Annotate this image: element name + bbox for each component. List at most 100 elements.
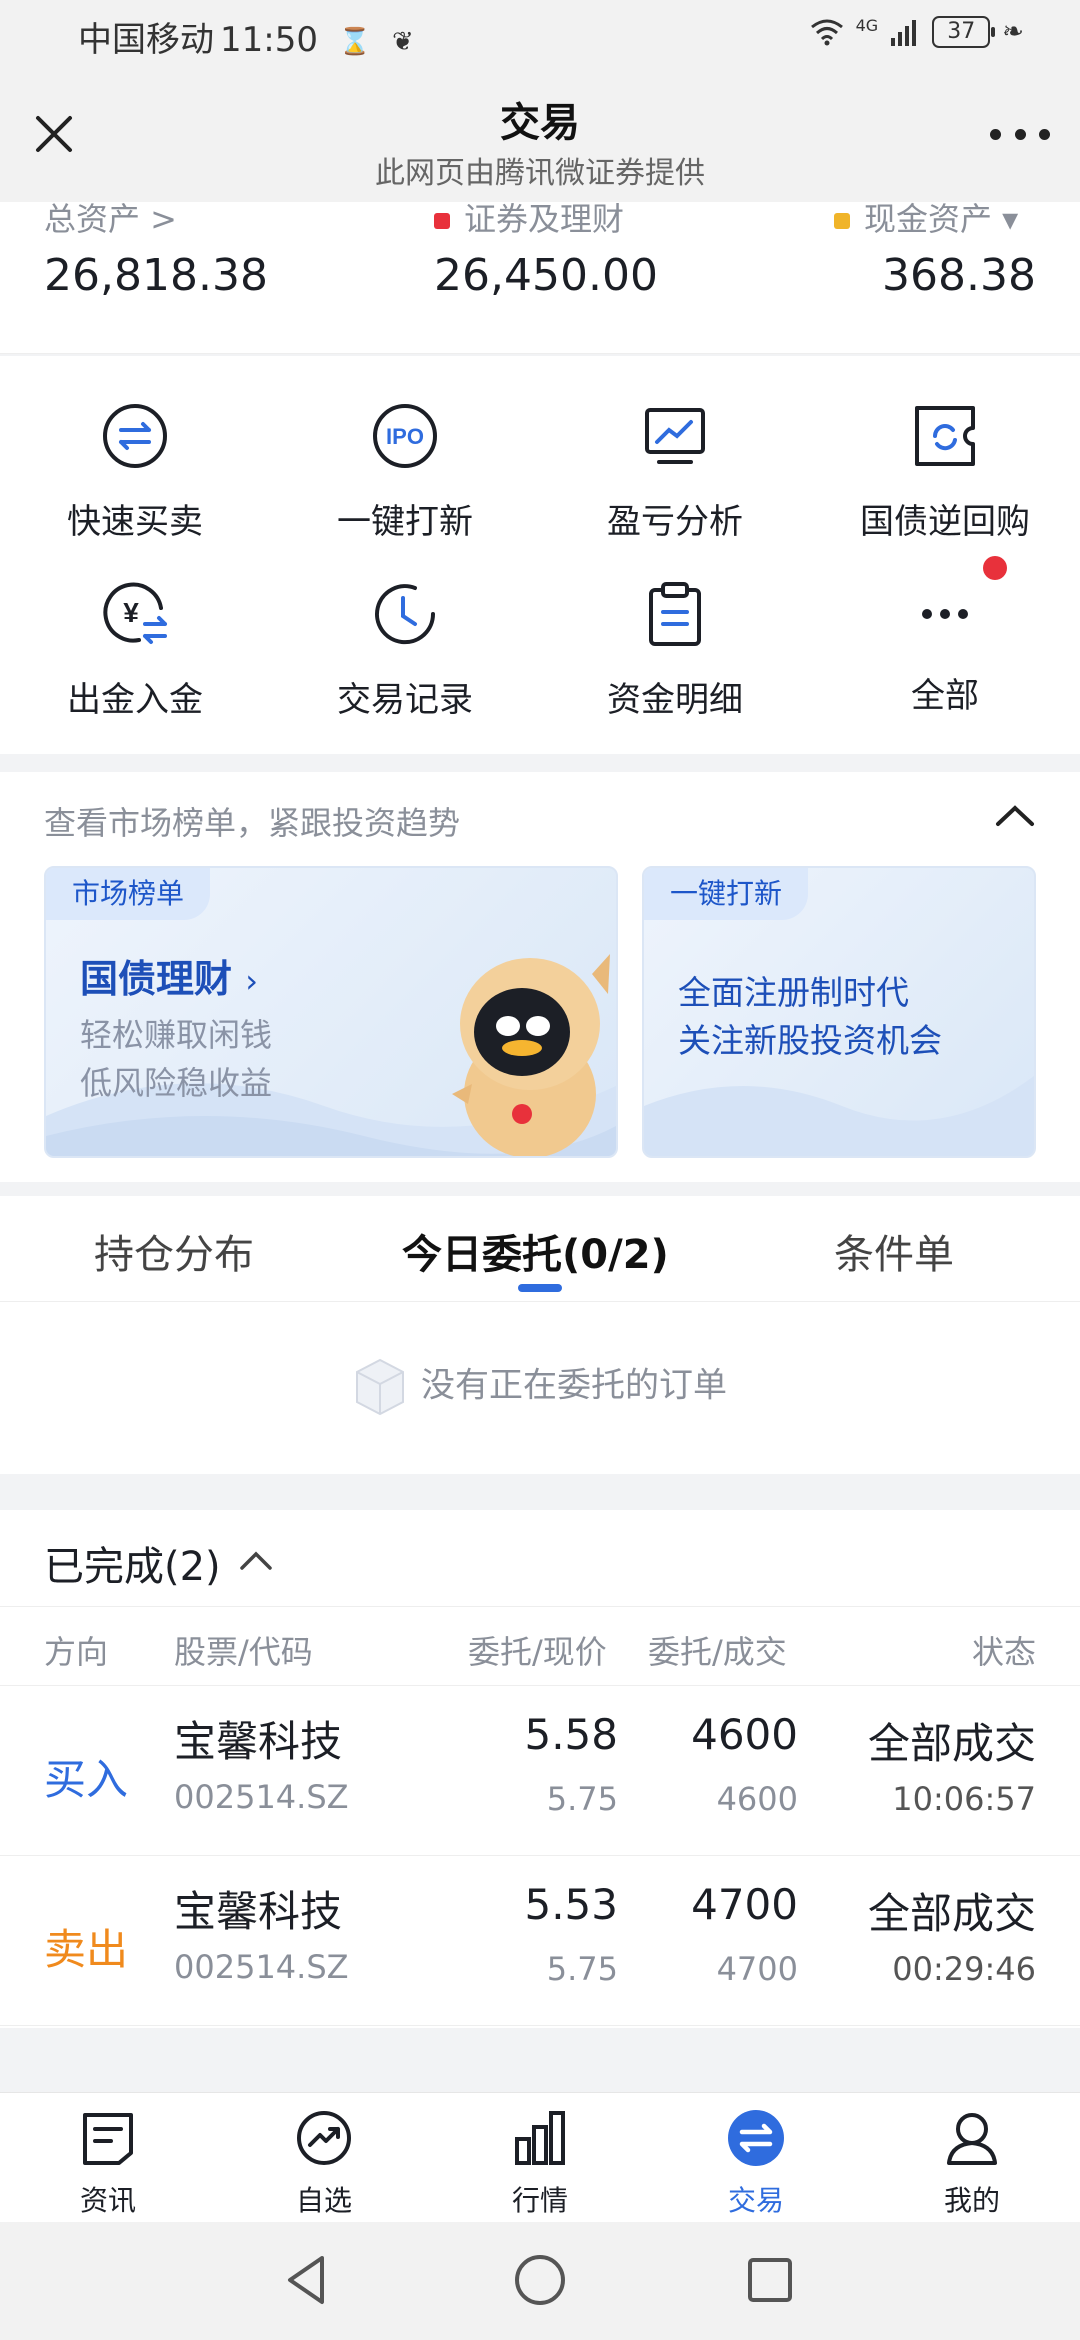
order-tabs: 持仓分布 今日委托(0/2) 条件单 (0, 1196, 1080, 1302)
user-icon (947, 2113, 997, 2165)
cash-dot (834, 213, 850, 229)
quick-action-all[interactable]: 全部 (810, 556, 1080, 728)
quick-action-label: 全部 (911, 676, 979, 716)
card-tag: 市场榜单 (46, 868, 211, 920)
status-right: 4G 37 ❧ (810, 16, 1024, 48)
nav-label: 我的 (943, 2184, 1000, 2217)
swap-icon (103, 404, 167, 468)
svg-text:¥: ¥ (123, 597, 139, 628)
order-price: 5.53 (524, 1880, 618, 1929)
quick-action-trade-history[interactable]: 交易记录 (270, 578, 540, 728)
back-icon[interactable] (280, 2252, 336, 2308)
nav-label: 行情 (511, 2184, 568, 2217)
battery-level: 37 (947, 19, 976, 44)
asset-summary: 总资产 > 证券及理财 现金资产 ▾ 26,818.38 26,450.00 3… (0, 202, 1080, 354)
active-tab-indicator (518, 1284, 562, 1292)
news-icon (83, 2113, 133, 2165)
quick-action-pnl[interactable]: 盈亏分析 (540, 400, 810, 550)
current-price: 5.75 (546, 1780, 618, 1818)
nav-label: 自选 (295, 2184, 352, 2217)
quick-action-ipo[interactable]: IPO 一键打新 (270, 400, 540, 550)
nav-label: 资讯 (79, 2184, 136, 2217)
total-assets-label[interactable]: 总资产 > (44, 202, 177, 240)
orders-panel: 持仓分布 今日委托(0/2) 条件单 没有正在委托的订单 (0, 1196, 1080, 1474)
nav-news[interactable]: 资讯 (28, 2109, 188, 2219)
notification-badge (983, 556, 1007, 580)
quick-action-label: 国债逆回购 (860, 502, 1030, 542)
page-title: 交易 (500, 100, 580, 146)
market-ranking-card[interactable]: 市场榜单 国债理财 › 轻松赚取闲钱 低风险稳收益 (44, 866, 618, 1158)
securities-label: 证券及理财 (464, 202, 625, 238)
tab-today-orders[interactable]: 今日委托(0/2) (402, 1222, 669, 1280)
quick-action-reverse-repo[interactable]: 国债逆回购 (810, 400, 1080, 550)
hourglass-icon: ⌛ (338, 26, 372, 57)
refresh-ticket-icon (915, 406, 975, 466)
trend-icon (297, 2111, 351, 2165)
stock-code: 002514.SZ (174, 1948, 349, 1986)
order-status: 全部成交 (867, 1889, 1036, 1938)
filled-quantity: 4600 (716, 1780, 798, 1818)
filled-quantity: 4700 (716, 1950, 798, 1988)
quick-action-fund-detail[interactable]: 资金明细 (540, 578, 810, 728)
svg-text:IPO: IPO (386, 424, 424, 449)
nav-market[interactable]: 行情 (460, 2109, 620, 2219)
chevron-up-icon[interactable] (994, 800, 1036, 830)
empty-state: 没有正在委托的订单 (0, 1356, 1080, 1418)
status-bar: 中国移动 11:50 ⌛ ❦ 4G 37 ❧ (0, 0, 1080, 72)
recents-icon[interactable] (742, 2252, 798, 2308)
current-price: 5.75 (546, 1950, 618, 1988)
direction-buy: 买入 (44, 1755, 129, 1804)
mascot-illustration (452, 954, 610, 1156)
page-subtitle: 此网页由腾讯微证券提供 (375, 156, 705, 191)
column-header: 股票/代码 (174, 1633, 313, 1671)
nav-watchlist[interactable]: 自选 (244, 2109, 404, 2219)
table-header: 方向 股票/代码 委托/现价 委托/成交 状态 (0, 1606, 1080, 1686)
chevron-up-icon[interactable] (238, 1548, 274, 1572)
clock-icon (375, 584, 436, 645)
nav-profile[interactable]: 我的 (892, 2109, 1052, 2219)
cash-label: 现金资产 ▾ (864, 202, 1019, 238)
cash-label-wrap[interactable]: 现金资产 ▾ (834, 202, 1018, 240)
column-header: 状态 (971, 1633, 1036, 1671)
chevron-right-icon: › (245, 962, 259, 1000)
total-assets-value: 26,818.38 (44, 250, 268, 301)
tab-conditional-orders[interactable]: 条件单 (834, 1222, 954, 1280)
quick-action-deposit-withdraw[interactable]: ¥ 出金入金 (0, 578, 270, 728)
column-header: 方向 (44, 1633, 109, 1671)
card-tag: 一键打新 (644, 868, 809, 920)
title-bar: 交易 此网页由腾讯微证券提供 (0, 72, 1080, 202)
stock-name: 宝馨科技 (174, 1717, 343, 1766)
securities-value: 26,450.00 (434, 250, 658, 301)
card-line: 低风险稳收益 (80, 1064, 273, 1102)
stock-code: 002514.SZ (174, 1778, 349, 1816)
quick-action-label: 交易记录 (337, 680, 473, 720)
network-type: 4G (855, 15, 879, 35)
empty-text: 没有正在委托的订单 (421, 1365, 727, 1406)
completed-orders: 已完成(2) 方向 股票/代码 委托/现价 委托/成交 状态 买入 宝馨科技 0… (0, 1510, 1080, 2028)
trade-icon (728, 2110, 784, 2166)
ipo-card[interactable]: 一键打新 全面注册制时代 关注新股投资机会 (642, 866, 1036, 1158)
order-quantity: 4700 (691, 1880, 798, 1929)
table-row[interactable]: 卖出 宝馨科技 002514.SZ 5.53 5.75 4700 4700 全部… (0, 1856, 1080, 2026)
nav-label: 交易 (727, 2184, 784, 2217)
column-header: 委托/成交 (648, 1633, 787, 1671)
clock: 11:50 (220, 20, 318, 60)
card-line: 轻松赚取闲钱 (80, 1016, 273, 1054)
quick-action-label: 资金明细 (607, 680, 743, 720)
nav-trade[interactable]: 交易 (676, 2109, 836, 2219)
quick-action-fast-trade[interactable]: 快速买卖 (0, 400, 270, 550)
more-menu-button[interactable] (990, 122, 1050, 146)
securities-label-wrap: 证券及理财 (434, 202, 624, 240)
tab-positions[interactable]: 持仓分布 (94, 1222, 254, 1280)
more-dots-icon (909, 556, 1007, 650)
battery-icon: 37 (932, 16, 996, 48)
table-row[interactable]: 买入 宝馨科技 002514.SZ 5.58 5.75 4600 4600 全部… (0, 1686, 1080, 1856)
home-icon[interactable] (512, 2252, 568, 2308)
empty-box-icon (356, 1358, 404, 1416)
order-quantity: 4600 (691, 1710, 798, 1759)
order-time: 10:06:57 (892, 1780, 1036, 1818)
completed-heading[interactable]: 已完成(2) (44, 1534, 221, 1592)
yuan-transfer-icon: ¥ (103, 582, 167, 644)
clipboard-icon (649, 582, 701, 646)
card-title-text: 国债理财 (80, 957, 233, 1001)
